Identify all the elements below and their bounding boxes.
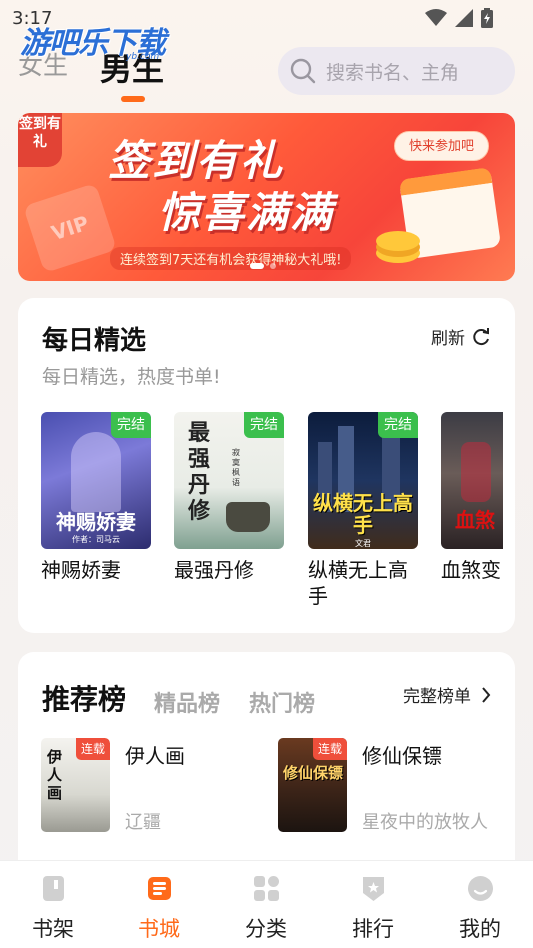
tab-quality[interactable]: 精品榜	[154, 686, 220, 718]
bookshelf-icon	[43, 876, 64, 901]
watermark-sub: yb.com	[126, 52, 160, 62]
book-item[interactable]: 神赐娇妻 作者：司马云 完结 神赐娇妻	[41, 412, 151, 583]
banner-corner-tag: 签到有礼	[18, 113, 62, 167]
cover-title: 神赐娇妻	[56, 510, 136, 534]
book-title: 神赐娇妻	[41, 558, 121, 582]
cover-title: 血煞	[455, 508, 495, 532]
tab-hot[interactable]: 热门榜	[249, 686, 315, 718]
refresh-icon	[473, 327, 489, 345]
refresh-button[interactable]: 刷新	[431, 324, 491, 349]
status-badge: 完结	[378, 412, 418, 438]
status-badge: 完结	[244, 412, 284, 438]
banner-title-line2: 惊喜满满	[158, 188, 335, 237]
tab-indicator	[121, 96, 145, 102]
nav-label: 书城	[138, 917, 180, 941]
section-subtitle: 每日精选，热度书单!	[42, 366, 221, 388]
bottom-nav: 书架 书城 分类 排行 我的	[0, 861, 533, 948]
book-author: 星夜中的放牧人	[362, 812, 488, 833]
ranking-card: 推荐榜 精品榜 热门榜 完整榜单 伊人画 连载 伊人画 辽疆 修仙保镖 连载 修…	[18, 652, 515, 882]
pager-dot-active	[250, 263, 264, 269]
status-icons	[425, 8, 493, 28]
book-cover: 最强丹修 寂寞枫语 完结	[174, 412, 284, 549]
book-item[interactable]: 纵横无上高手 文君 完结 纵横无上高手	[308, 412, 418, 609]
rank-book-item[interactable]: 伊人画 连载 伊人画 辽疆	[41, 738, 261, 833]
refresh-label: 刷新	[431, 329, 465, 349]
rank-book-item[interactable]: 修仙保镖 连载 修仙保镖 星夜中的放牧人	[278, 738, 498, 833]
nav-category[interactable]: 分类	[213, 861, 319, 948]
cover-figure	[461, 442, 491, 502]
profile-icon	[468, 876, 493, 901]
wifi-icon	[425, 9, 447, 26]
category-icon	[254, 876, 279, 901]
nav-bookstore[interactable]: 书城	[106, 861, 212, 948]
book-title: 纵横无上高手	[308, 558, 408, 608]
full-list-link[interactable]: 完整榜单	[403, 682, 491, 707]
signal-icon	[455, 9, 473, 27]
nav-profile[interactable]: 我的	[427, 861, 533, 948]
cover-author: 文君	[355, 539, 371, 548]
tab-recommend[interactable]: 推荐榜	[42, 678, 126, 718]
status-badge: 连载	[312, 738, 347, 760]
search-placeholder: 搜索书名、主角	[326, 61, 460, 84]
vip-card-decoration: VIP	[23, 182, 117, 274]
nav-label: 我的	[459, 917, 501, 941]
nav-label: 排行	[352, 917, 394, 941]
book-title: 伊人画	[125, 744, 185, 768]
banner-join-button[interactable]: 快来参加吧	[394, 131, 490, 161]
battery-icon	[481, 8, 493, 28]
status-badge: 连载	[75, 738, 110, 760]
book-cover: 伊人画 连载	[41, 738, 110, 832]
ranking-icon	[363, 877, 384, 901]
book-cover: 纵横无上高手 文君 完结	[308, 412, 418, 549]
pager-dot	[270, 263, 276, 269]
banner-subtitle: 连续签到7天还有机会获得神秘大礼哦!	[110, 247, 352, 270]
book-cover: 修仙保镖 连载	[278, 738, 347, 832]
chevron-right-icon	[482, 686, 491, 703]
book-title: 最强丹修	[174, 558, 254, 582]
book-cover: 血煞	[441, 412, 503, 549]
cover-figure	[71, 432, 121, 512]
nav-ranking[interactable]: 排行	[320, 861, 426, 948]
book-cover: 神赐娇妻 作者：司马云 完结	[41, 412, 151, 549]
book-title: 修仙保镖	[362, 744, 442, 768]
nav-bookshelf[interactable]: 书架	[0, 861, 106, 948]
cover-title: 伊人画	[47, 748, 63, 802]
full-list-label: 完整榜单	[403, 687, 471, 707]
status-badge: 完结	[111, 412, 151, 438]
cover-title: 修仙保镖	[282, 764, 343, 782]
cover-author: 寂寞枫语	[232, 448, 240, 487]
book-item[interactable]: 最强丹修 寂寞枫语 完结 最强丹修	[174, 412, 284, 583]
nav-label: 分类	[245, 917, 287, 941]
cover-title: 最强丹修	[188, 420, 211, 524]
book-author: 辽疆	[125, 812, 161, 833]
banner-pager	[250, 263, 276, 269]
bookstore-icon	[148, 877, 171, 900]
search-input[interactable]: 搜索书名、主角	[278, 47, 515, 95]
coins-icon	[376, 231, 420, 251]
nav-label: 书架	[32, 917, 74, 941]
search-icon	[290, 58, 316, 84]
section-title: 每日精选	[42, 326, 147, 356]
sign-in-banner[interactable]: 签到有礼 VIP 签到有礼 惊喜满满 快来参加吧 连续签到7天还有机会获得神秘大…	[18, 113, 515, 281]
book-item[interactable]: 血煞 血煞变	[441, 412, 503, 583]
daily-picks-card: 每日精选 每日精选，热度书单! 刷新 神赐娇妻 作者：司马云 完结 神赐娇妻 最…	[18, 298, 515, 633]
cover-title: 纵横无上高手	[313, 491, 413, 537]
cover-author: 作者：司马云	[72, 535, 120, 544]
cauldron-icon	[226, 502, 270, 532]
book-title: 血煞变	[441, 558, 501, 582]
